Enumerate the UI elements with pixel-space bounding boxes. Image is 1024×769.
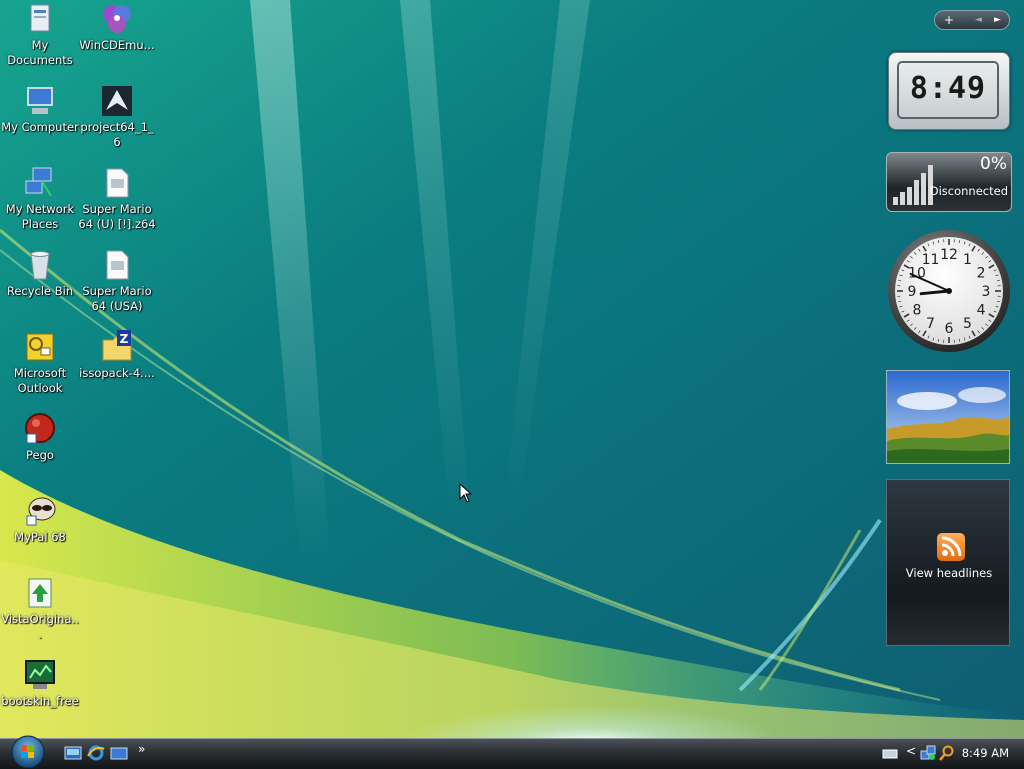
desktop-icon-vistaoriginal[interactable]: VistaOrigina... — [1, 576, 79, 642]
clock-numeral: 6 — [945, 321, 954, 337]
quick-launch-more-button[interactable]: » — [138, 742, 145, 756]
desktop-icon-mypal[interactable]: MyPal 68 — [1, 494, 79, 545]
project64-icon — [100, 84, 134, 118]
network-meter-gadget[interactable]: 0% Disconnected — [886, 152, 1012, 212]
desktop-icon-project64[interactable]: project64_1_6 — [78, 84, 156, 150]
tray-expand-button[interactable]: < — [906, 744, 916, 758]
icon-label: WinCDEmu... — [78, 38, 156, 53]
icon-label: MyPal 68 — [1, 530, 79, 545]
desktop-icon-issopack[interactable]: Z issopack-4.... — [78, 330, 156, 381]
digital-clock-gadget[interactable]: 8:49 — [888, 52, 1010, 130]
desktop-icon-wincdemu[interactable]: WinCDEmu... — [78, 2, 156, 53]
show-desktop-icon[interactable] — [64, 745, 82, 761]
clock-numeral: 9 — [908, 284, 917, 300]
mypal-icon — [23, 494, 57, 528]
desktop-icon-mario-usa[interactable]: Super Mario 64 (USA) — [78, 248, 156, 314]
icon-label: Microsoft Outlook — [1, 366, 79, 396]
desktop-icon-outlook[interactable]: Microsoft Outlook — [1, 330, 79, 396]
clock-numeral: 5 — [963, 316, 972, 332]
next-page-button[interactable]: ► — [994, 12, 1001, 28]
desktop-icon-recycle-bin[interactable]: Recycle Bin — [1, 248, 79, 299]
clock-numeral: 8 — [912, 303, 921, 319]
icon-label: Super Mario 64 (U) [!].z64 — [78, 202, 156, 232]
signal-bars-icon — [893, 161, 941, 205]
icon-label: Super Mario 64 (USA) — [78, 284, 156, 314]
start-button[interactable] — [7, 734, 49, 768]
clock-numeral: 1 — [963, 252, 972, 268]
recycle-bin-icon — [23, 248, 57, 282]
desktop-icon-mario-z64[interactable]: Super Mario 64 (U) [!].z64 — [78, 166, 156, 232]
rom-file-icon — [100, 248, 134, 282]
view-headlines-link[interactable]: View headlines — [887, 566, 1011, 580]
desktop-icon-my-documents[interactable]: My Documents — [1, 2, 79, 68]
mouse-cursor-icon — [459, 483, 473, 503]
slideshow-gadget[interactable] — [886, 370, 1010, 464]
wincdemu-icon — [100, 2, 134, 36]
icon-label: My Network Places — [1, 202, 79, 232]
icon-label: issopack-4.... — [78, 366, 156, 381]
prev-page-button[interactable]: ◄ — [975, 12, 982, 28]
icon-label: Pego — [1, 448, 79, 463]
icon-label: My Computer — [1, 120, 79, 135]
switch-windows-icon[interactable] — [110, 745, 128, 761]
desktop-icon-network-places[interactable]: My Network Places — [1, 166, 79, 232]
outlook-icon — [23, 330, 57, 364]
sidebar-controls: + ◄ ► — [934, 10, 1010, 30]
landscape-photo — [887, 371, 1009, 463]
icon-label: project64_1_6 — [78, 120, 156, 150]
analog-clock-gadget[interactable]: 121234567891011 — [886, 228, 1012, 354]
clock-numeral: 12 — [940, 247, 958, 263]
zip-folder-icon: Z — [100, 330, 134, 364]
network-tray-icon[interactable] — [920, 745, 936, 761]
installer-icon — [23, 576, 57, 610]
keyboard-icon[interactable] — [882, 746, 898, 760]
feed-headlines-gadget[interactable]: View headlines — [886, 479, 1010, 646]
taskbar-clock[interactable]: 8:49 AM — [962, 746, 1009, 760]
desktop[interactable]: My Documents My Computer My Network Plac… — [0, 0, 1024, 738]
clock-numeral: 2 — [977, 266, 986, 282]
digital-clock-time: 8:49 — [897, 61, 999, 119]
internet-explorer-icon[interactable] — [87, 745, 105, 761]
svg-text:Z: Z — [120, 332, 129, 346]
taskbar — [0, 738, 1024, 769]
icon-label: VistaOrigina... — [1, 612, 79, 642]
clock-numeral: 3 — [982, 284, 991, 300]
rss-feed-icon — [937, 533, 965, 561]
pego-icon — [23, 412, 57, 446]
desktop-icon-pego[interactable]: Pego — [1, 412, 79, 463]
bootskin-icon — [23, 658, 57, 692]
icon-label: My Documents — [1, 38, 79, 68]
desktop-icon-my-computer[interactable]: My Computer — [1, 84, 79, 135]
network-percent: 0% — [980, 154, 1007, 174]
icon-label: Recycle Bin — [1, 284, 79, 299]
desktop-icon-bootskin[interactable]: bootskin_free — [1, 658, 79, 709]
add-gadget-button[interactable]: + — [944, 12, 954, 28]
network-status: Disconnected — [930, 184, 1008, 198]
rom-file-icon — [100, 166, 134, 200]
clock-numeral: 11 — [922, 252, 940, 268]
clock-numeral: 7 — [926, 316, 935, 332]
network-places-icon — [23, 166, 57, 200]
my-documents-icon — [23, 2, 57, 36]
my-computer-icon — [23, 84, 57, 118]
clock-numeral: 4 — [977, 303, 986, 319]
icon-label: bootskin_free — [1, 694, 79, 709]
search-icon[interactable] — [939, 745, 955, 761]
